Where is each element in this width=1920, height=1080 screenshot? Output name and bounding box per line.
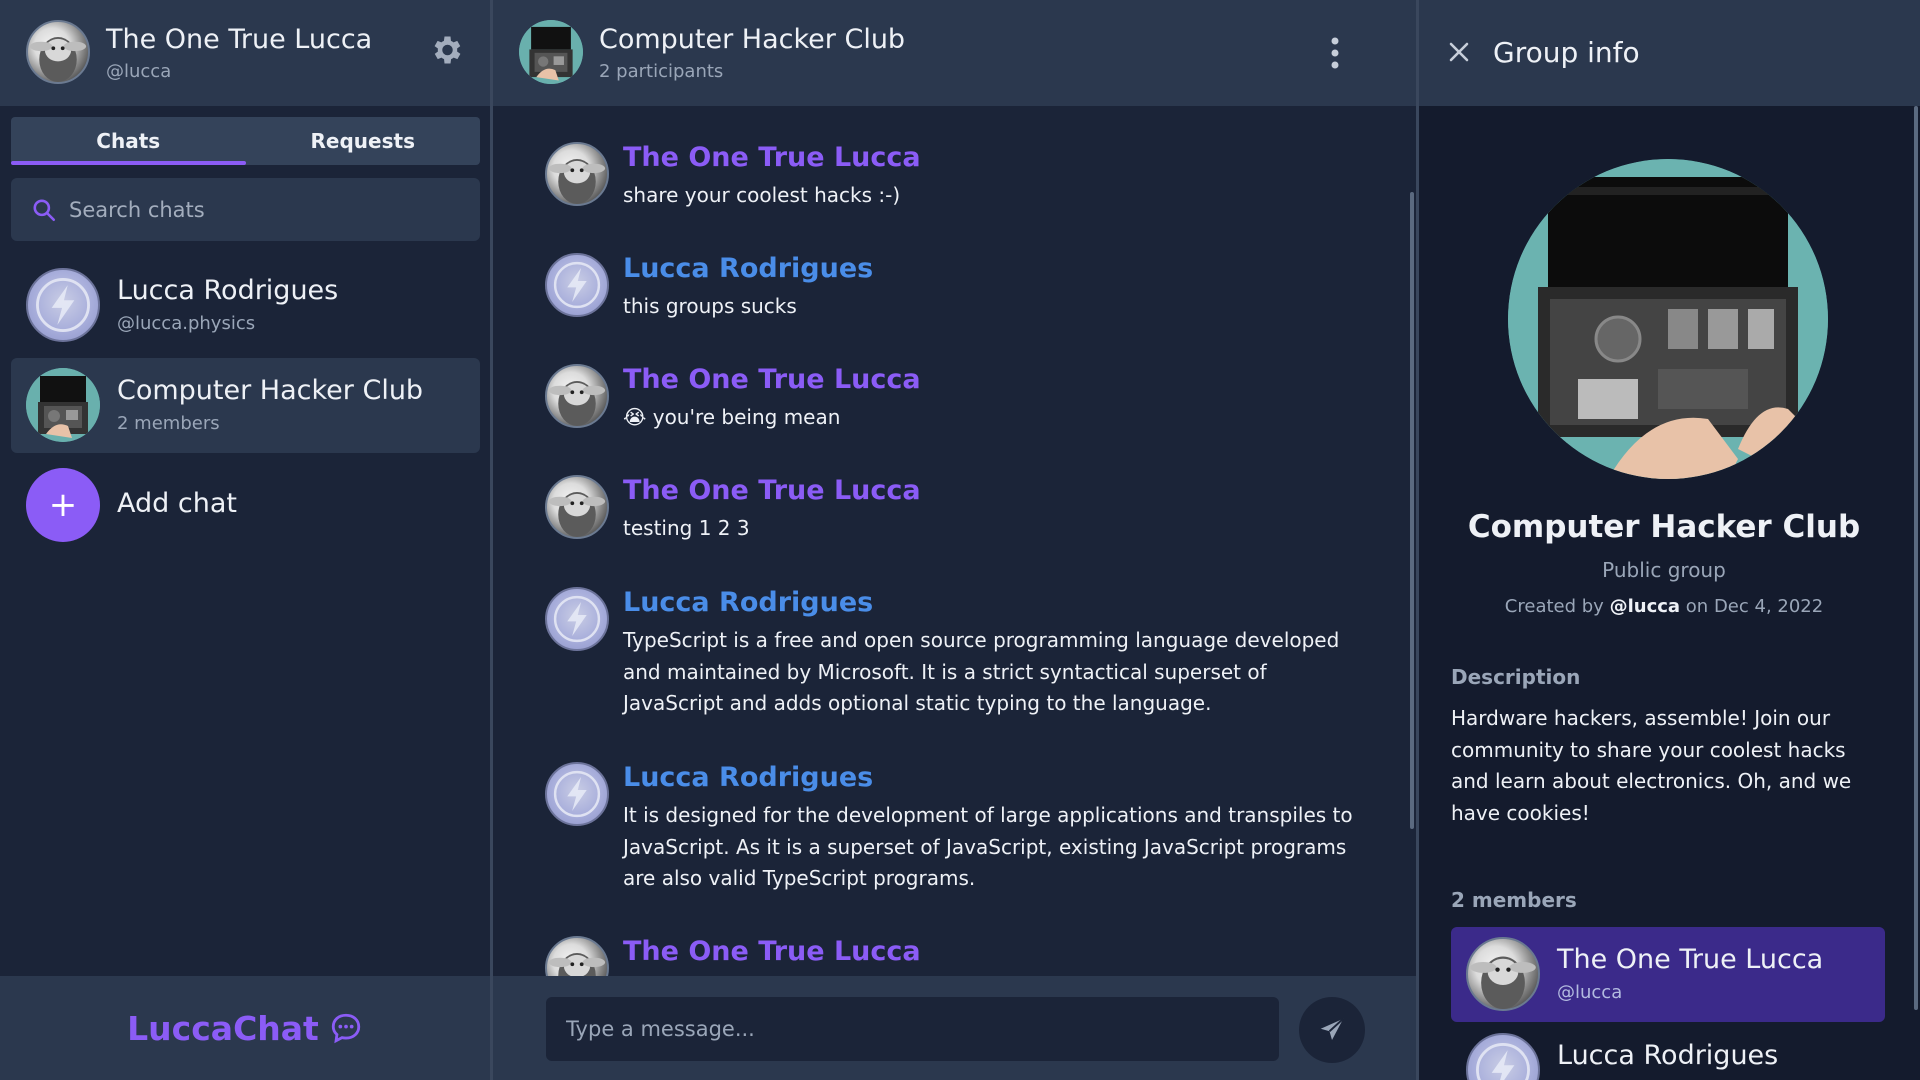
message-text: share your coolest hacks :-) bbox=[623, 183, 901, 207]
message-author: Lucca Rodrigues bbox=[623, 762, 874, 793]
chat-title: Computer Hacker Club bbox=[599, 24, 906, 55]
current-user-name: The One True Lucca bbox=[106, 24, 373, 55]
member-item[interactable]: Lucca Rodrigues bbox=[1451, 1023, 1885, 1080]
members-label: 2 members bbox=[1451, 888, 1577, 912]
current-user-avatar[interactable] bbox=[26, 20, 90, 84]
message-input[interactable] bbox=[546, 997, 1279, 1061]
chat-tabs: Chats Requests bbox=[11, 117, 480, 165]
chat-participants: 2 participants bbox=[599, 61, 724, 82]
message-avatar bbox=[545, 762, 609, 826]
group-info-header: Group info bbox=[1419, 0, 1920, 106]
composer bbox=[493, 976, 1416, 1080]
gear-icon[interactable] bbox=[428, 32, 464, 68]
message-list: The One True Lucca share your coolest ha… bbox=[493, 106, 1416, 976]
created-suffix: on Dec 4, 2022 bbox=[1685, 596, 1824, 617]
message-text: testing 1 2 3 bbox=[623, 516, 750, 540]
description-text: Hardware hackers, assemble! Join our com… bbox=[1451, 706, 1852, 825]
message-author: Lucca Rodrigues bbox=[623, 253, 874, 284]
chat-header-avatar[interactable] bbox=[519, 20, 583, 84]
message-avatar bbox=[545, 936, 609, 976]
sidebar-header: The One True Lucca @lucca bbox=[0, 0, 490, 106]
created-prefix: Created by bbox=[1504, 596, 1604, 617]
info-scrollbar[interactable] bbox=[1914, 106, 1918, 1010]
app-root: The One True Lucca @lucca Chats Requests… bbox=[0, 0, 1920, 1080]
message-author: The One True Lucca bbox=[623, 936, 921, 967]
close-icon[interactable] bbox=[1447, 40, 1471, 64]
message-avatar bbox=[545, 364, 609, 428]
chat-avatar bbox=[26, 368, 100, 442]
add-chat-button[interactable]: + Add chat bbox=[11, 468, 480, 544]
chat-list-item[interactable]: Computer Hacker Club 2 members bbox=[11, 358, 480, 453]
chat-avatar bbox=[26, 268, 100, 342]
member-handle: @lucca bbox=[1557, 982, 1623, 1003]
message-avatar bbox=[545, 475, 609, 539]
group-name: Computer Hacker Club bbox=[1467, 509, 1861, 545]
member-name: The One True Lucca bbox=[1557, 944, 1824, 975]
group-type: Public group bbox=[1602, 558, 1726, 582]
tab-requests[interactable]: Requests bbox=[246, 117, 481, 165]
tab-chats[interactable]: Chats bbox=[11, 117, 246, 165]
search-icon bbox=[33, 199, 56, 222]
chat-header: Computer Hacker Club 2 participants bbox=[493, 0, 1416, 106]
message: Lucca Rodrigues TypeScript is a free and… bbox=[545, 587, 1365, 722]
message: Lucca Rodrigues this groups sucks bbox=[545, 253, 1365, 323]
message-text: It is designed for the development of la… bbox=[623, 803, 1353, 890]
brand-name: LuccaChat bbox=[127, 1008, 319, 1048]
message-scrollbar[interactable] bbox=[1410, 192, 1414, 829]
sidebar: The One True Lucca @lucca Chats Requests… bbox=[0, 0, 490, 1080]
created-by[interactable]: @lucca bbox=[1610, 596, 1680, 617]
message-author: The One True Lucca bbox=[623, 364, 921, 395]
message: The One True Lucca share your coolest ha… bbox=[545, 142, 1365, 212]
message-author: Lucca Rodrigues bbox=[623, 587, 874, 618]
chat-name: Computer Hacker Club bbox=[117, 375, 424, 406]
group-info-panel: Computer Hacker Club Public group Create… bbox=[1419, 106, 1920, 1080]
chat-bubble-icon bbox=[331, 1013, 360, 1044]
search-input[interactable] bbox=[69, 178, 469, 241]
send-button[interactable] bbox=[1299, 997, 1365, 1063]
message-author: The One True Lucca bbox=[623, 475, 921, 506]
group-info-title: Group info bbox=[1493, 36, 1640, 69]
plus-icon[interactable]: + bbox=[26, 468, 100, 542]
current-user-handle: @lucca bbox=[106, 61, 172, 82]
group-photo bbox=[1508, 159, 1828, 479]
member-name: Lucca Rodrigues bbox=[1557, 1040, 1779, 1071]
message-avatar bbox=[545, 142, 609, 206]
message: The One True Lucca 😭 you're being mean bbox=[545, 364, 1365, 434]
add-chat-label: Add chat bbox=[117, 488, 237, 519]
send-icon bbox=[1320, 1018, 1344, 1040]
message: The One True Lucca testing 1 2 3 bbox=[545, 475, 1365, 545]
message-avatar bbox=[545, 253, 609, 317]
group-created: Created by @lucca on Dec 4, 2022 bbox=[1419, 596, 1909, 617]
member-avatar bbox=[1466, 937, 1540, 1011]
member-item[interactable]: The One True Lucca @lucca bbox=[1451, 927, 1885, 1022]
member-avatar bbox=[1466, 1033, 1540, 1080]
description-label: Description bbox=[1451, 665, 1581, 689]
message-text: this groups sucks bbox=[623, 294, 797, 318]
message-text: TypeScript is a free and open source pro… bbox=[623, 628, 1340, 715]
brand-bar: LuccaChat bbox=[0, 976, 490, 1080]
search-box bbox=[11, 178, 480, 241]
chat-list-item[interactable]: Lucca Rodrigues @lucca.physics bbox=[11, 258, 480, 353]
message-text: 😭 you're being mean bbox=[623, 405, 841, 429]
chat-sub: @lucca.physics bbox=[117, 313, 256, 334]
message: The One True Lucca bbox=[545, 936, 1365, 976]
message-avatar bbox=[545, 587, 609, 651]
chat-sub: 2 members bbox=[117, 413, 220, 434]
message: Lucca Rodrigues It is designed for the d… bbox=[545, 762, 1365, 897]
more-options-icon[interactable] bbox=[1329, 36, 1341, 70]
message-author: The One True Lucca bbox=[623, 142, 921, 173]
chat-name: Lucca Rodrigues bbox=[117, 275, 339, 306]
